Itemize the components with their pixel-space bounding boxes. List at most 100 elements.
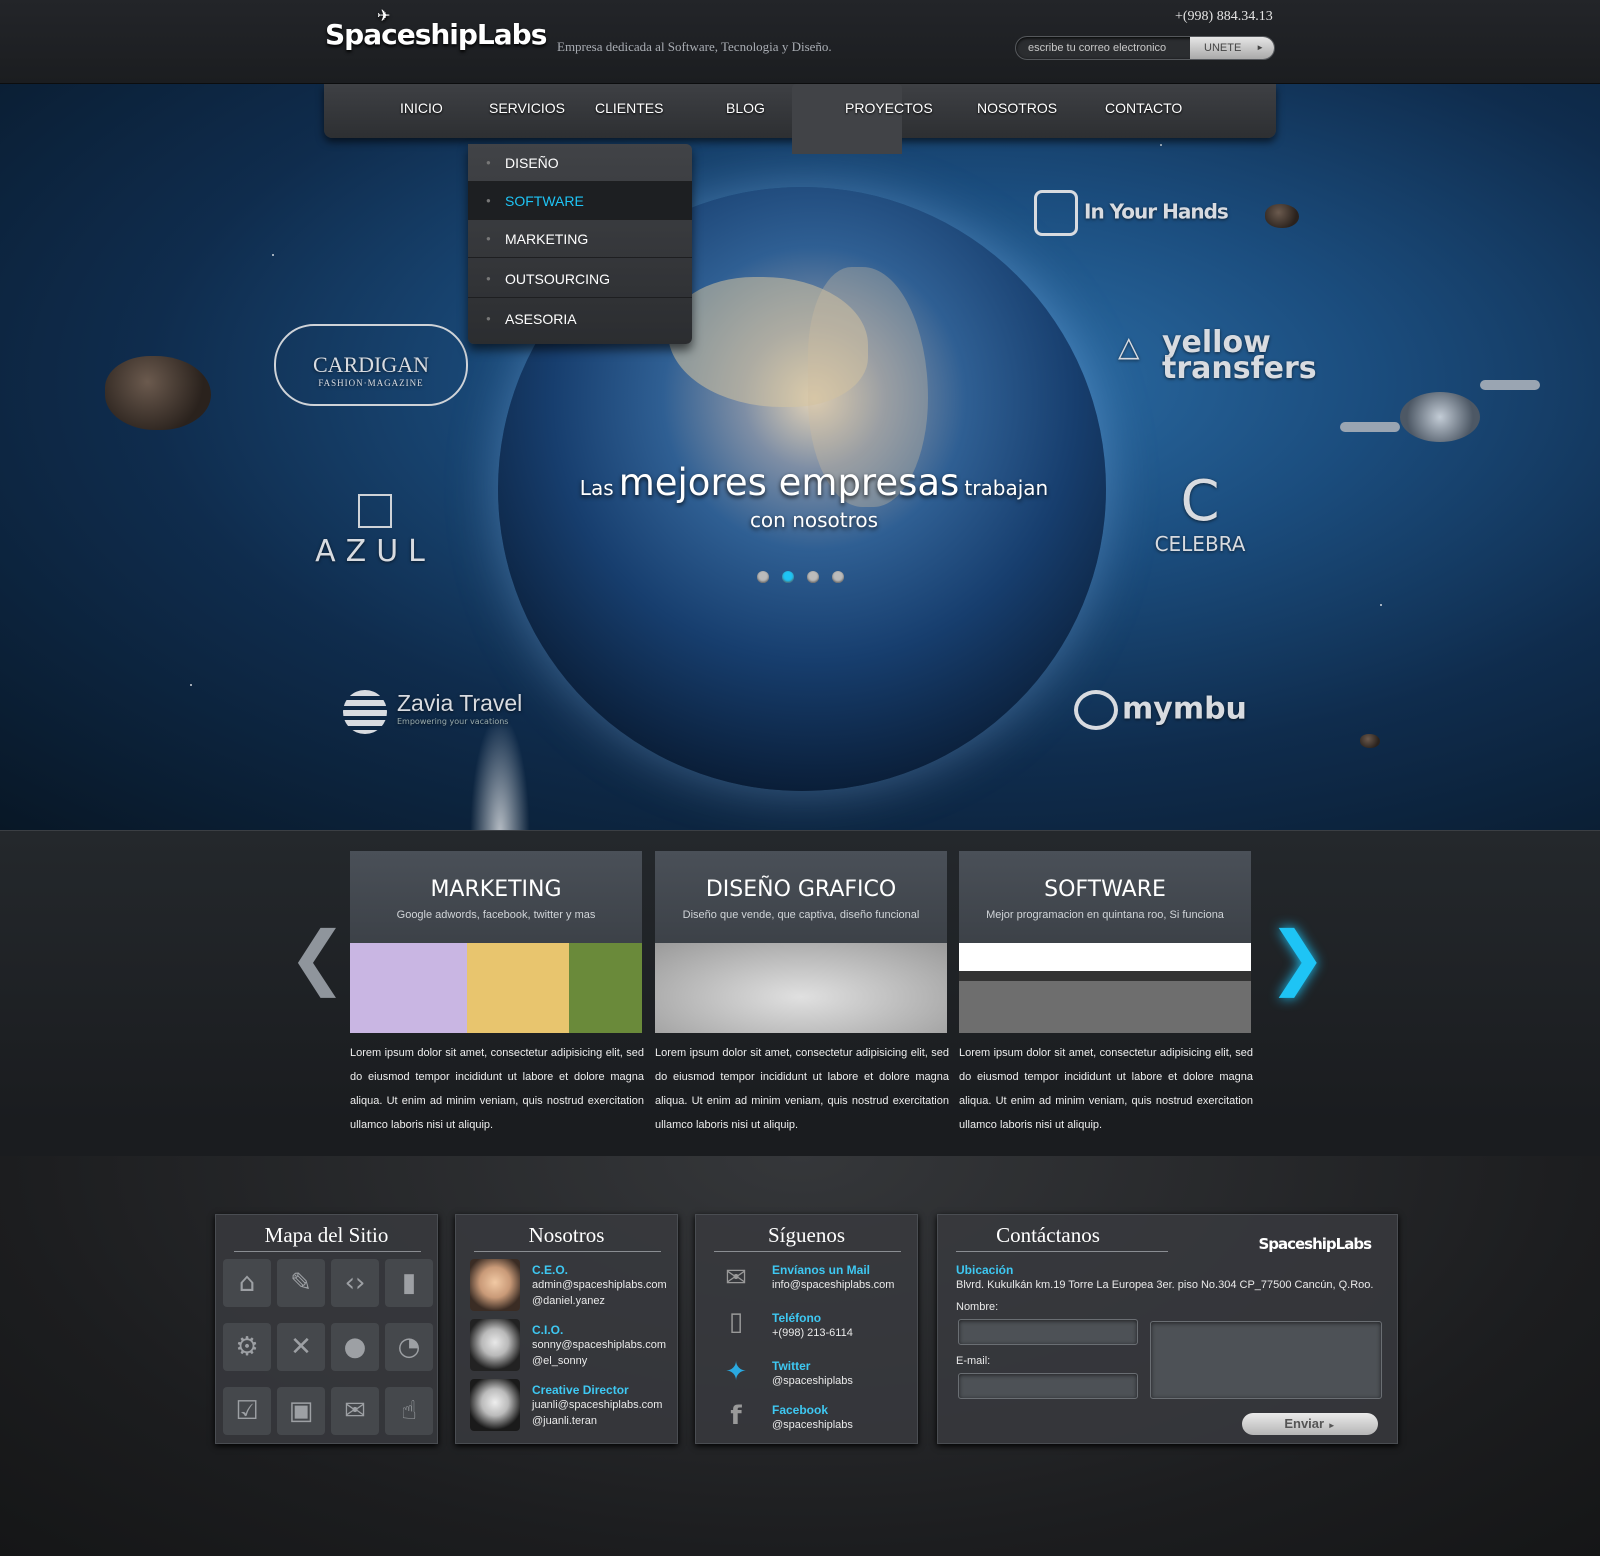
arrow-right-icon: ► (1327, 1421, 1336, 1430)
nav-nosotros[interactable]: NOSOTROS (977, 100, 1057, 116)
nav-inicio[interactable]: INICIO (400, 100, 443, 116)
celebra-mark-icon: C (1180, 469, 1220, 534)
client-logo-cardigan[interactable]: CARDIGAN FASHION·MAGAZINE (274, 324, 468, 406)
hero-headline: Las mejores empresas trabajan con nosotr… (579, 461, 1049, 532)
bullet-icon: ● (486, 158, 491, 167)
footer-logo[interactable]: SpaceshipLabs (1258, 1235, 1372, 1253)
dropdown-item-outsourcing[interactable]: ● OUTSOURCING (468, 260, 692, 298)
briefcase-icon[interactable]: ▣ (277, 1387, 325, 1435)
follow-label: Twitter (772, 1359, 811, 1373)
asteroid-image (1360, 734, 1380, 748)
client-logo-yellow-transfers[interactable]: △ yellow transfers (1118, 328, 1317, 384)
dropdown-item-asesoria[interactable]: ● ASESORIA (468, 300, 692, 338)
client-logo-celebra[interactable]: C CELEBRA (1145, 469, 1255, 557)
nav-contacto[interactable]: CONTACTO (1105, 100, 1182, 116)
service-card-diseno[interactable]: DISEÑO GRAFICO Diseño que vende, que cap… (655, 851, 947, 1033)
slider-dot-2[interactable] (782, 571, 794, 583)
star (190, 684, 192, 686)
check-icon[interactable]: ☑ (223, 1387, 271, 1435)
asteroid-image (105, 356, 211, 430)
team-role: C.E.O. (532, 1263, 569, 1277)
header-phone: +(998) 884.34.13 (1175, 9, 1273, 24)
client-logo-azul[interactable]: AZUL (300, 494, 450, 569)
code-icon[interactable]: ‹› (331, 1259, 379, 1307)
client-logo-mymbu[interactable]: mymbu (1074, 690, 1247, 730)
chat-icon[interactable]: ◔ (385, 1323, 433, 1371)
team-handle[interactable]: @el_sonny (532, 1355, 587, 1367)
subscribe-email-input[interactable] (1016, 37, 1191, 59)
marketing-thumbnail (350, 943, 642, 1033)
nav-proyectos[interactable]: PROYECTOS (845, 100, 933, 116)
facebook-icon[interactable]: f (718, 1401, 754, 1431)
nav-servicios[interactable]: SERVICIOS (489, 100, 565, 116)
panel-title: Contáctanos (996, 1223, 1100, 1247)
slider-dot-3[interactable] (807, 571, 819, 583)
email-field[interactable] (958, 1373, 1138, 1399)
team-handle[interactable]: @juanli.teran (532, 1415, 597, 1427)
nav-clientes[interactable]: CLIENTES (595, 100, 663, 116)
follow-value[interactable]: @spaceshiplabs (772, 1419, 853, 1431)
service-title: SOFTWARE (1044, 877, 1166, 902)
servicios-dropdown: ● DISEÑO ● SOFTWARE ● MARKETING ● OUTSOURCIN… (468, 144, 692, 344)
service-card-software[interactable]: SOFTWARE Mejor programacion en quintana … (959, 851, 1251, 1033)
subscribe-form: UNETE► (1015, 36, 1275, 60)
client-logo-inyourhands[interactable]: In Your Hands (1034, 190, 1229, 236)
follow-value[interactable]: @spaceshiplabs (772, 1375, 853, 1387)
name-field[interactable] (958, 1319, 1138, 1345)
slider-dot-4[interactable] (832, 571, 844, 583)
name-label: Nombre: (956, 1301, 999, 1313)
site-logo[interactable]: ✈ SpaceshipLabs (325, 6, 547, 62)
thumbs-up-icon[interactable]: ☝ (385, 1387, 433, 1435)
contacto-panel: Contáctanos SpaceshipLabs Ubicación Blvr… (937, 1214, 1398, 1444)
team-email[interactable]: admin@spaceshiplabs.com (532, 1279, 667, 1291)
dropdown-item-marketing[interactable]: ● MARKETING (468, 220, 692, 258)
divider (714, 1251, 901, 1252)
subscribe-button[interactable]: UNETE ► (1190, 37, 1274, 59)
slider-dot-1[interactable] (757, 571, 769, 583)
home-icon[interactable]: ⌂ (223, 1259, 271, 1307)
chart-icon[interactable]: ▮ (385, 1259, 433, 1307)
team-email[interactable]: juanli@spaceshiplabs.com (532, 1399, 662, 1411)
spaceship-icon: ✈ (377, 6, 390, 25)
message-field[interactable] (1150, 1321, 1382, 1399)
bullet-icon: ● (486, 196, 491, 205)
bullet-icon: ● (486, 234, 491, 243)
avatar (470, 1319, 520, 1371)
main-nav: INICIO SERVICIOS CLIENTES BLOG PROYECTOS… (324, 84, 1276, 154)
user-icon[interactable]: ● (331, 1323, 379, 1371)
gears-icon[interactable]: ⚙ (223, 1323, 271, 1371)
carousel-prev-icon[interactable]: ❮ (288, 916, 347, 998)
taxi-icon: △ (1118, 330, 1140, 363)
divider (234, 1251, 421, 1252)
twitter-icon[interactable]: ✦ (718, 1357, 754, 1387)
follow-value[interactable]: info@spaceshiplabs.com (772, 1279, 894, 1291)
follow-label: Envíanos un Mail (772, 1263, 871, 1277)
team-email[interactable]: sonny@spaceshiplabs.com (532, 1339, 666, 1351)
dropdown-item-software[interactable]: ● SOFTWARE (468, 182, 692, 220)
bullet-icon: ● (486, 314, 491, 323)
send-button[interactable]: Enviar ► (1242, 1413, 1378, 1435)
siguenos-panel: Síguenos ✉ Envíanos un Mail info@spacesh… (695, 1214, 918, 1444)
dropdown-item-diseno[interactable]: ● DISEÑO (468, 144, 692, 182)
site-footer: Mapa del Sitio ⌂ ✎ ‹› ▮ ⚙ ✕ ● ◔ ☑ ▣ ✉ ☝ … (0, 1156, 1600, 1556)
service-subtitle: Mejor programacion en quintana roo, Si f… (986, 909, 1224, 921)
zavia-globe-icon (343, 690, 387, 734)
team-role: C.I.O. (532, 1323, 564, 1337)
hand-icon (1034, 190, 1078, 236)
panel-title: Mapa del Sitio (264, 1223, 389, 1247)
nav-blog[interactable]: BLOG (726, 100, 765, 116)
service-description: Lorem ipsum dolor sit amet, consectetur … (350, 1047, 644, 1131)
carousel-next-icon[interactable]: ❯ (1268, 916, 1327, 998)
pencil-icon[interactable]: ✎ (277, 1259, 325, 1307)
tools-icon[interactable]: ✕ (277, 1323, 325, 1371)
site-header: ✈ SpaceshipLabs Empresa dedicada al Softw… (0, 0, 1600, 84)
ubicacion-label: Ubicación (956, 1263, 1014, 1277)
sitemap-panel: Mapa del Sitio ⌂ ✎ ‹› ▮ ⚙ ✕ ● ◔ ☑ ▣ ✉ ☝ (215, 1214, 438, 1444)
avatar (470, 1259, 520, 1311)
email-label: E-mail: (956, 1355, 991, 1367)
mail-icon[interactable]: ✉ (331, 1387, 379, 1435)
phone-icon: ▯ (728, 1307, 744, 1337)
service-card-marketing[interactable]: MARKETING Google adwords, facebook, twit… (350, 851, 642, 1033)
follow-value[interactable]: +(998) 213-6114 (772, 1327, 853, 1339)
team-handle[interactable]: @daniel.yanez (532, 1295, 605, 1307)
